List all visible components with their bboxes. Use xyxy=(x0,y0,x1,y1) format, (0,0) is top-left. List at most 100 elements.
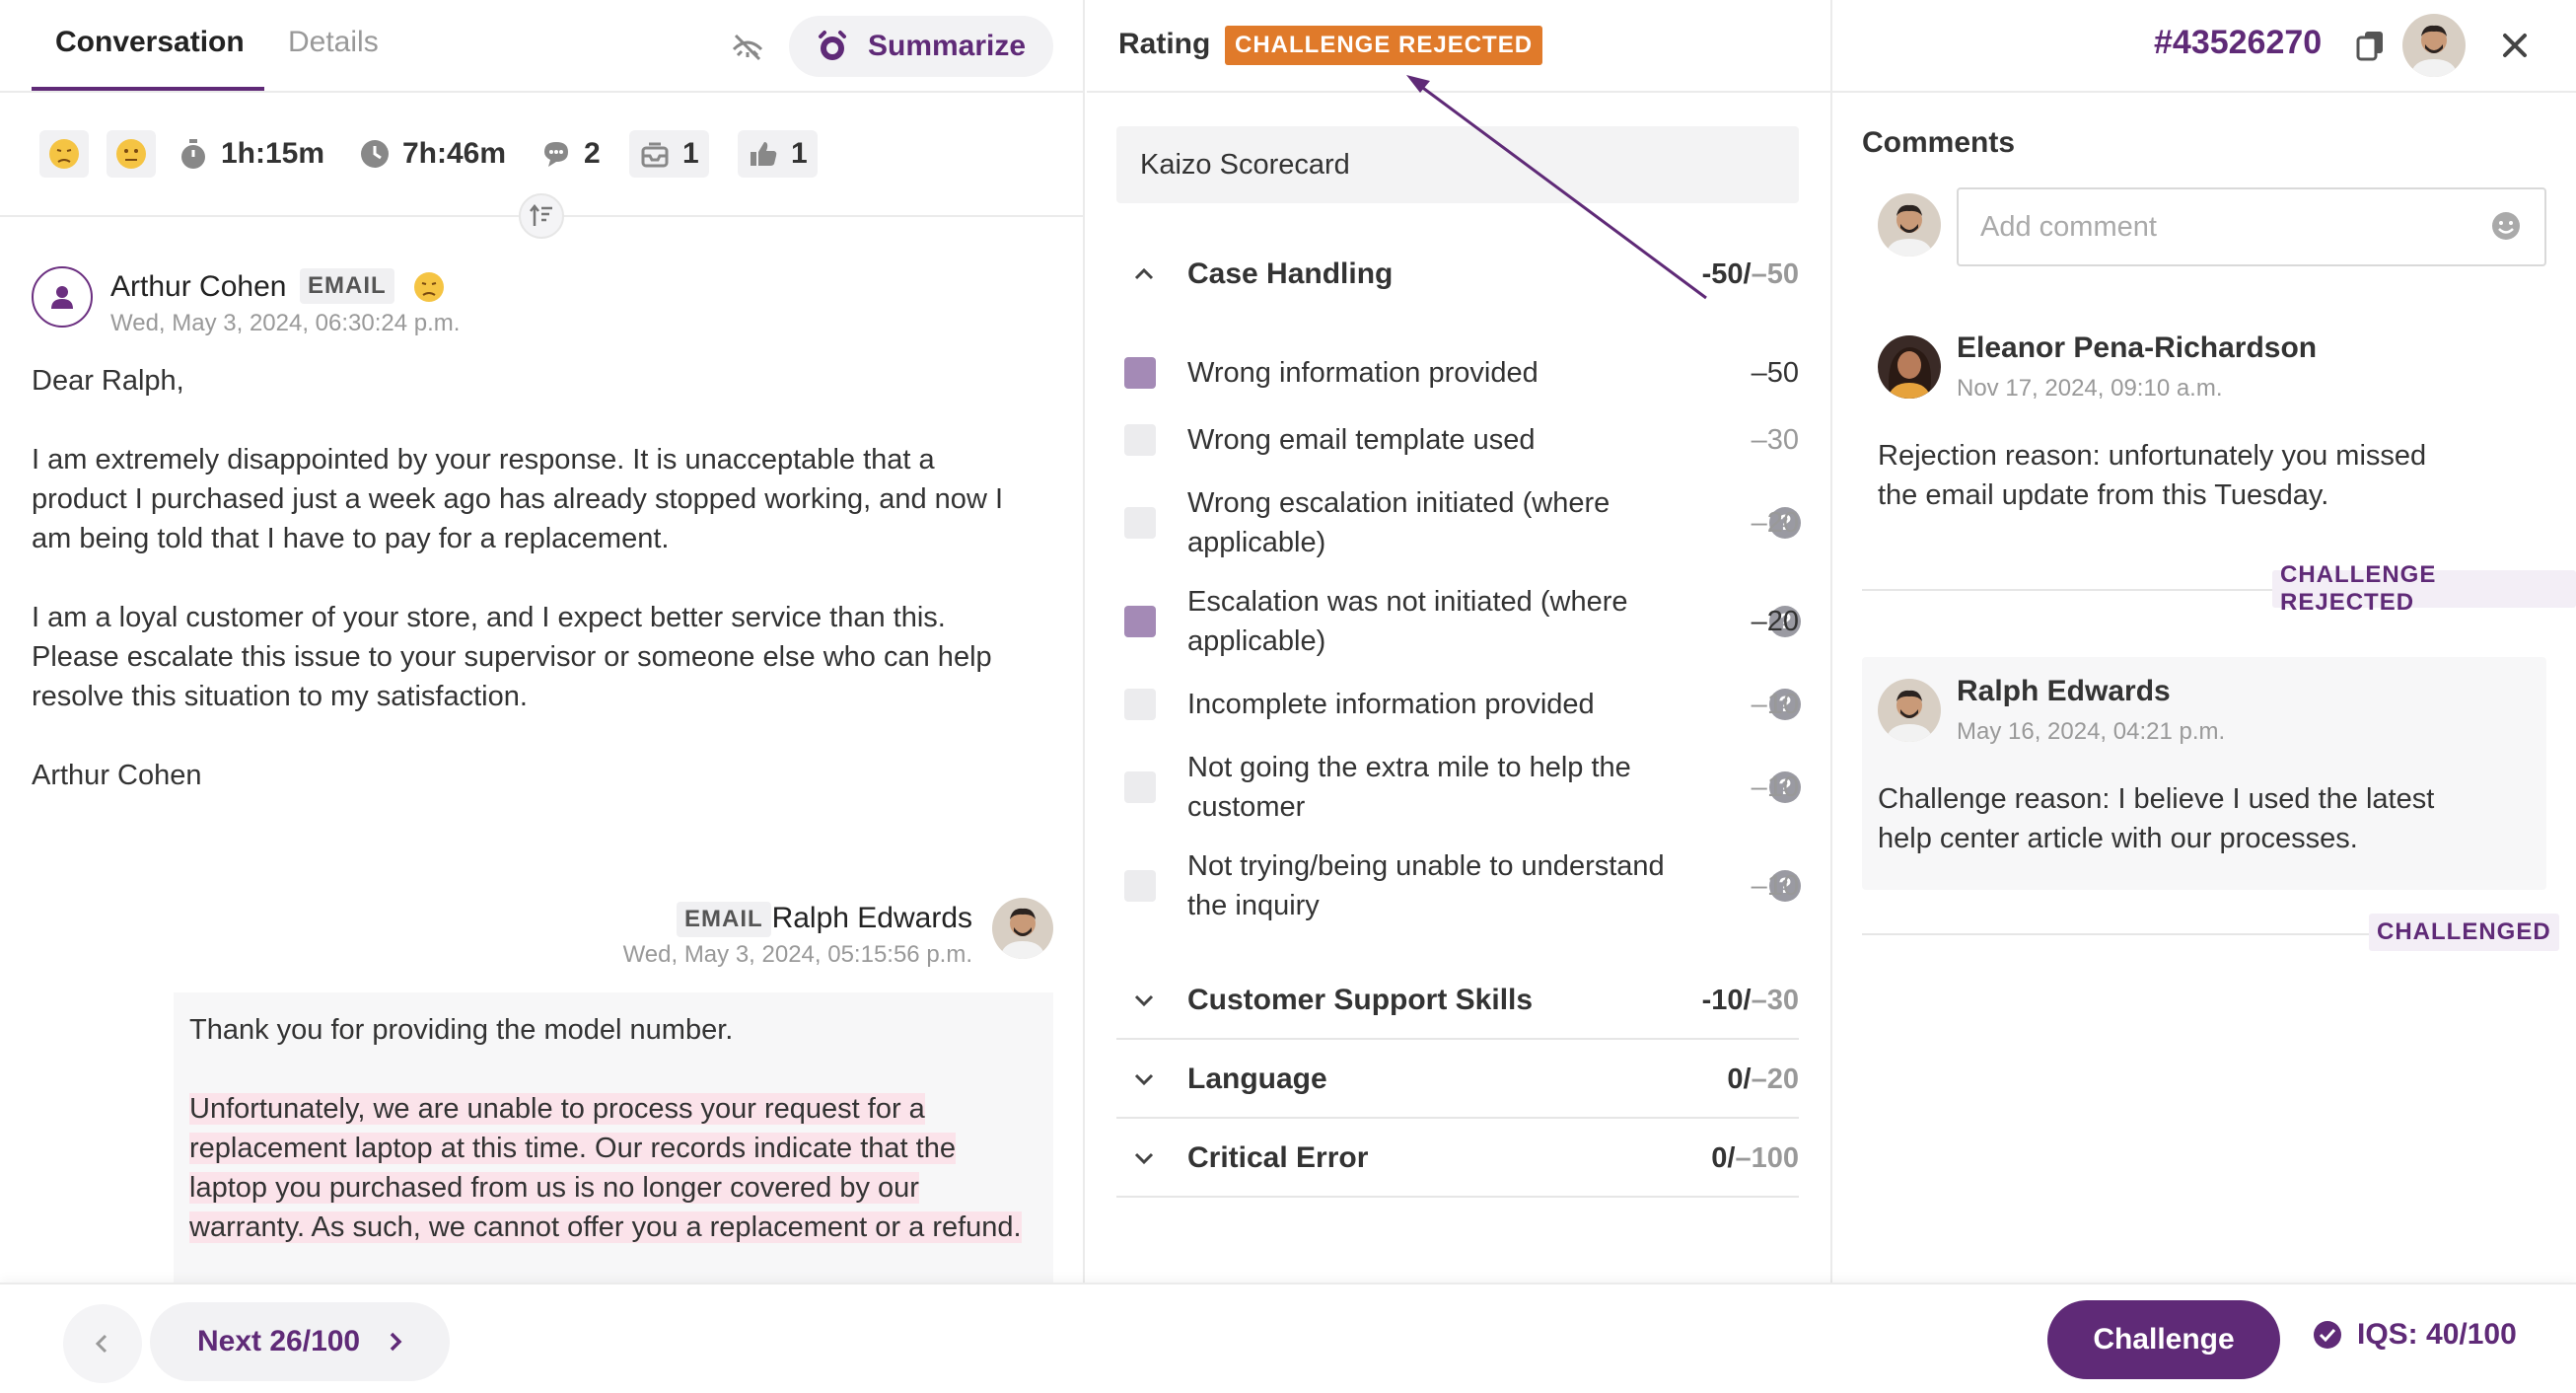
category-score-max: –20 xyxy=(1751,1063,1799,1095)
summarize-label: Summarize xyxy=(868,30,1027,62)
rating-item-checkbox[interactable] xyxy=(1124,357,1156,389)
rating-item-value: –30 xyxy=(1751,423,1799,456)
message-date: Wed, May 3, 2024, 05:15:56 p.m. xyxy=(622,941,972,968)
thumbs-up-icon xyxy=(751,142,777,166)
neutral-face-icon xyxy=(116,139,146,169)
rating-panel: Rating CHALLENGE REJECTED Kaizo Scorecar… xyxy=(1087,0,1832,1283)
status-divider xyxy=(1862,933,2389,935)
rating-item[interactable]: Escalation was not initiated (where appl… xyxy=(1116,582,1801,661)
commenter-photo xyxy=(1878,679,1941,742)
inbox-count-value: 1 xyxy=(682,137,699,170)
message-date: Wed, May 3, 2024, 06:30:24 p.m. xyxy=(110,310,461,336)
rating-item-label: Incomplete information provided xyxy=(1187,689,1595,720)
rating-item-checkbox[interactable] xyxy=(1124,606,1156,637)
rating-item[interactable]: Not trying/being unable to understand th… xyxy=(1116,846,1801,925)
category-score-value: 0/ xyxy=(1727,1063,1752,1095)
category-score-value: -10/ xyxy=(1701,984,1752,1016)
agent-message-bubble: Thank you for providing the model number… xyxy=(174,992,1053,1283)
next-button[interactable]: Next 26/100 xyxy=(150,1302,450,1381)
message-paragraph: I am extremely disappointed by your resp… xyxy=(32,444,1003,554)
likes-count-value: 1 xyxy=(791,137,808,170)
agent-avatar[interactable] xyxy=(2402,14,2466,77)
comment-author: Eleanor Pena-Richardson xyxy=(1957,331,2318,364)
current-user-avatar xyxy=(1878,193,1941,257)
comments-title: Comments xyxy=(1862,126,2016,159)
rating-item-value: –20 xyxy=(1751,605,1799,637)
commenter-avatar xyxy=(1878,679,1941,742)
tab-details[interactable]: Details xyxy=(288,26,379,59)
message-channel-badge: EMAIL xyxy=(300,268,394,304)
rating-item[interactable]: Not going the extra mile to help the cus… xyxy=(1116,748,1801,827)
rating-status-badge: CHALLENGE REJECTED xyxy=(1225,26,1543,65)
category-score: 0/–100 xyxy=(1711,1142,1799,1175)
summarize-button[interactable]: Summarize xyxy=(789,16,1053,77)
rating-item-value: –10 xyxy=(1751,688,1799,720)
response-time-stat: 7h:46m xyxy=(359,130,506,178)
iqs-score: IQS: 40/100 xyxy=(2312,1318,2517,1352)
sort-order-button[interactable] xyxy=(519,193,564,239)
chevron-down-icon xyxy=(1134,1152,1154,1165)
likes-count-chip[interactable]: 1 xyxy=(738,130,818,178)
category-critical-error[interactable]: Critical Error 0/–100 xyxy=(1116,1119,1799,1198)
category-name: Customer Support Skills xyxy=(1187,984,1534,1016)
bottom-action-bar: Next 26/100 Challenge IQS: 40/100 xyxy=(0,1283,2576,1393)
ticket-header: #43526270 xyxy=(1832,0,2576,93)
chat-bubble-icon xyxy=(544,142,568,167)
copy-icon[interactable] xyxy=(2353,28,2389,63)
sentiment-neutral-chip[interactable] xyxy=(107,130,156,178)
category-customer-support-skills[interactable]: Customer Support Skills -10/–30 xyxy=(1116,961,1799,1040)
rating-item-checkbox[interactable] xyxy=(1124,424,1156,456)
scorecard-selector[interactable]: Kaizo Scorecard xyxy=(1116,126,1799,203)
rating-item[interactable]: Wrong email template used –30 xyxy=(1116,420,1799,460)
rating-item-checkbox[interactable] xyxy=(1124,870,1156,902)
comment-body: Rejection reason: unfortunately you miss… xyxy=(1878,440,2427,511)
rating-item-checkbox[interactable] xyxy=(1124,507,1156,539)
iqs-label: IQS: 40/100 xyxy=(2357,1318,2517,1351)
sentiment-negative-chip[interactable] xyxy=(39,130,89,178)
category-score: -50/–50 xyxy=(1702,258,1799,291)
rating-item-label: Wrong information provided xyxy=(1187,357,1538,389)
highlighted-text[interactable]: Unfortunately, we are unable to process … xyxy=(189,1093,1022,1243)
tab-conversation[interactable]: Conversation xyxy=(55,26,245,59)
comment-author: Ralph Edwards xyxy=(1957,675,2171,707)
eye-off-icon[interactable] xyxy=(728,28,767,67)
rating-item-value: –10 xyxy=(1751,869,1799,902)
rating-item[interactable]: Wrong information provided –50 xyxy=(1116,353,1799,393)
rating-item-label: Wrong email template used xyxy=(1187,424,1536,456)
emoji-picker-icon[interactable] xyxy=(2489,209,2523,243)
category-divider xyxy=(1116,1196,1799,1198)
handle-time-value: 1h:15m xyxy=(221,137,325,170)
rating-item-checkbox[interactable] xyxy=(1124,771,1156,803)
chevron-left-icon xyxy=(95,1334,107,1354)
rating-item[interactable]: Wrong escalation initiated (where applic… xyxy=(1116,483,1801,562)
rating-item-value: –50 xyxy=(1751,356,1799,389)
close-icon[interactable] xyxy=(2495,26,2535,65)
rating-item-value: –10 xyxy=(1751,770,1799,803)
sort-icon xyxy=(530,203,552,226)
sad-face-icon xyxy=(414,272,444,302)
ticket-id[interactable]: #43526270 xyxy=(2154,24,2322,62)
add-comment-input[interactable] xyxy=(1957,187,2546,266)
messages-count-stat: 2 xyxy=(540,130,601,178)
comment-date: May 16, 2024, 04:21 p.m. xyxy=(1957,718,2226,745)
inbox-count-chip[interactable]: 1 xyxy=(629,130,709,178)
challenge-button[interactable]: Challenge xyxy=(2047,1300,2280,1379)
category-score-max: –30 xyxy=(1751,984,1799,1016)
category-language[interactable]: Language 0/–20 xyxy=(1116,1040,1799,1119)
rating-item[interactable]: Incomplete information provided ? –10 xyxy=(1116,685,1801,724)
conversation-panel: Conversation Details Summarize 1h:15m 7h… xyxy=(0,0,1085,1283)
chevron-right-icon xyxy=(390,1332,402,1352)
rating-item-checkbox[interactable] xyxy=(1124,689,1156,720)
message-signature: Arthur Cohen xyxy=(32,760,202,791)
rating-title: Rating xyxy=(1118,28,1211,60)
category-case-handling[interactable]: Case Handling -50/–50 xyxy=(1116,235,1799,314)
highlighted-paragraph: Unfortunately, we are unable to process … xyxy=(189,1089,1038,1247)
avatar xyxy=(992,898,1053,959)
chevron-up-icon xyxy=(1134,267,1154,280)
message-paragraph: Thank you for providing the model number… xyxy=(189,1014,734,1046)
next-label: Next 26/100 xyxy=(197,1325,361,1357)
ai-sparkle-icon xyxy=(819,31,846,60)
response-time-value: 7h:46m xyxy=(402,137,507,170)
previous-button[interactable] xyxy=(63,1304,142,1383)
commenter-photo xyxy=(1878,335,1941,399)
